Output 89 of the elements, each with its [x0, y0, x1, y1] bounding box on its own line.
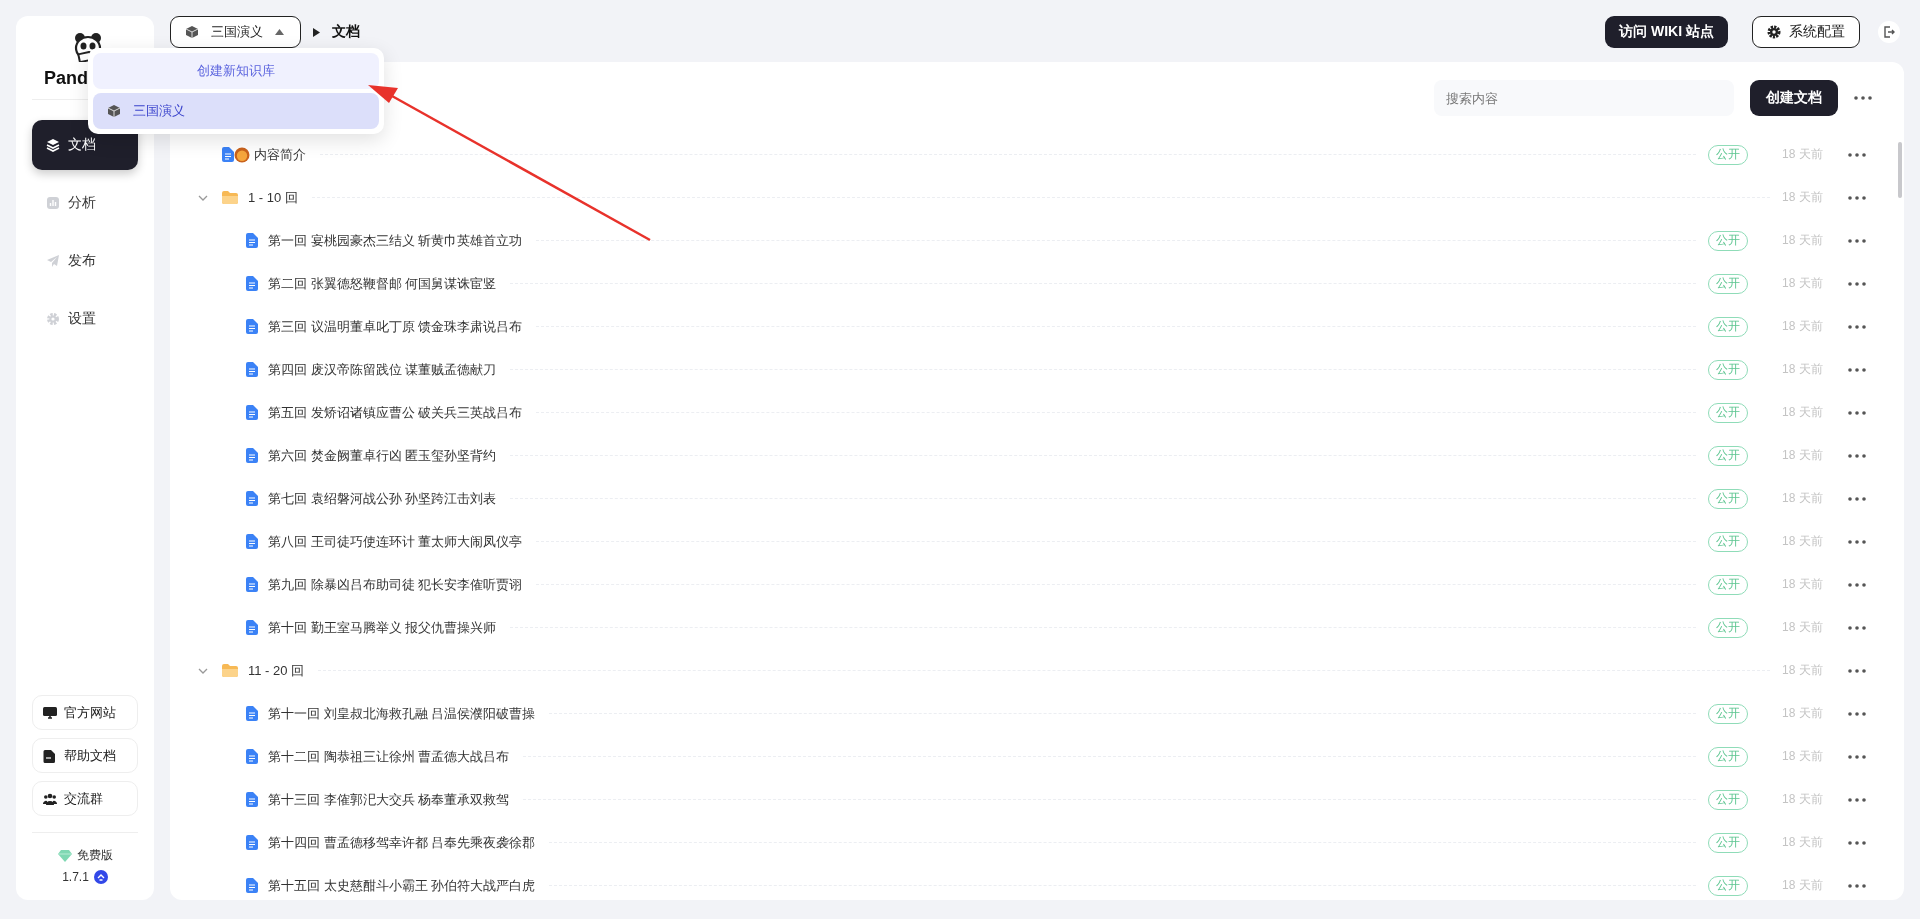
document-icon	[246, 835, 258, 850]
document-icon	[246, 706, 258, 721]
link-button[interactable]: 官方网站	[32, 695, 138, 730]
document-title[interactable]: 第五回 发矫诏诸镇应曹公 破关兵三英战吕布	[268, 403, 523, 422]
paper-plane-icon	[46, 254, 60, 268]
document-icon	[246, 577, 258, 592]
document-title[interactable]: 内容简介	[254, 145, 306, 164]
play-icon	[313, 27, 320, 37]
scrollbar[interactable]	[1898, 142, 1902, 198]
nav-item[interactable]: 发布	[32, 236, 138, 286]
nav-item[interactable]: 分析	[32, 178, 138, 228]
more-icon[interactable]	[1848, 582, 1866, 587]
document-icon	[246, 448, 258, 463]
knowledge-base-selector[interactable]: 三国演义	[170, 16, 301, 48]
document-title[interactable]: 第十一回 刘皇叔北海救孔融 吕温侯濮阳破曹操	[268, 704, 536, 723]
nav-item[interactable]: 设置	[32, 294, 138, 344]
more-icon[interactable]	[1848, 195, 1866, 200]
document-title[interactable]: 第四回 废汉帝陈留践位 谋董贼孟德献刀	[268, 360, 497, 379]
gear-icon	[1767, 25, 1781, 39]
chevron-down-icon[interactable]	[198, 194, 208, 201]
version-label: 1.7.1	[62, 870, 89, 884]
more-icon[interactable]	[1848, 754, 1866, 759]
more-icon[interactable]	[1848, 152, 1866, 157]
document-icon	[246, 362, 258, 377]
create-knowledge-base-item[interactable]: 创建新知识库	[93, 53, 379, 89]
link-button[interactable]: 交流群	[32, 781, 138, 816]
link-button[interactable]: 帮助文档	[32, 738, 138, 773]
document-icon	[246, 233, 258, 248]
document-title[interactable]: 第十回 勤王室马腾举义 报父仇曹操兴师	[268, 618, 497, 637]
create-document-button[interactable]: 创建文档	[1750, 80, 1838, 116]
more-icon[interactable]	[1854, 96, 1872, 100]
document-title[interactable]: 第十二回 陶恭祖三让徐州 曹孟德大战吕布	[268, 747, 510, 766]
document-title[interactable]: 第十四回 曹孟德移驾幸许都 吕奉先乘夜袭徐郡	[268, 833, 536, 852]
bar-chart-icon	[46, 196, 60, 210]
folder-icon	[222, 664, 238, 677]
monitor-icon	[43, 705, 57, 720]
document-title[interactable]: 第三回 议温明董卓叱丁原 馈金珠李肃说吕布	[268, 317, 523, 336]
logout-icon[interactable]	[1883, 26, 1895, 38]
more-icon[interactable]	[1848, 281, 1866, 286]
diamond-icon	[57, 849, 72, 862]
knowledge-base-item[interactable]: 三国演义	[93, 93, 379, 129]
cube-icon	[107, 104, 121, 118]
document-icon	[246, 792, 258, 807]
document-icon	[246, 276, 258, 291]
document-icon	[43, 748, 57, 763]
document-title[interactable]: 第十三回 李傕郭汜大交兵 杨奉董承双救驾	[268, 790, 510, 809]
document-title[interactable]: 第二回 张翼德怒鞭督邮 何国舅谋诛宦竖	[268, 274, 497, 293]
settings-button[interactable]: 系统配置	[1752, 16, 1860, 48]
document-title[interactable]: 第七回 袁绍磐河战公孙 孙坚跨江击刘表	[268, 489, 497, 508]
layers-icon	[46, 138, 60, 152]
document-icon	[246, 534, 258, 549]
more-icon[interactable]	[1848, 539, 1866, 544]
more-icon[interactable]	[1848, 238, 1866, 243]
more-icon[interactable]	[1848, 324, 1866, 329]
document-title[interactable]: 第六回 焚金阙董卓行凶 匿玉玺孙坚背约	[268, 446, 497, 465]
more-icon[interactable]	[1848, 625, 1866, 630]
chevron-down-icon[interactable]	[198, 667, 208, 674]
more-icon[interactable]	[1848, 367, 1866, 372]
cube-icon	[185, 25, 199, 39]
upgrade-icon[interactable]	[93, 870, 108, 884]
search-field[interactable]: 搜索内容	[1434, 80, 1734, 116]
document-title[interactable]: 第一回 宴桃园豪杰三结义 斩黄巾英雄首立功	[268, 231, 523, 250]
folder-title[interactable]: 11 - 20 回	[248, 661, 305, 680]
logo-text: Pand	[44, 68, 88, 89]
more-icon[interactable]	[1848, 711, 1866, 716]
document-icon	[246, 491, 258, 506]
group-icon	[43, 791, 57, 806]
more-icon[interactable]	[1848, 883, 1866, 888]
more-icon[interactable]	[1848, 453, 1866, 458]
breadcrumb-label: 文档	[332, 23, 360, 41]
visit-wiki-button[interactable]: 访问 WIKI 站点	[1605, 16, 1728, 48]
document-icon	[246, 620, 258, 635]
edition-label: 免费版	[76, 847, 113, 864]
document-icon	[246, 405, 258, 420]
document-icon	[246, 749, 258, 764]
more-icon[interactable]	[1848, 840, 1866, 845]
document-title[interactable]: 第八回 王司徒巧使连环计 董太师大闹凤仪亭	[268, 532, 523, 551]
more-icon[interactable]	[1848, 797, 1866, 802]
more-icon[interactable]	[1848, 410, 1866, 415]
folder-title[interactable]: 1 - 10 回	[248, 188, 298, 207]
document-icon	[222, 147, 234, 162]
document-title[interactable]: 第十五回 太史慈酣斗小霸王 孙伯符大战严白虎	[268, 876, 536, 895]
document-title[interactable]: 第九回 除暴凶吕布助司徒 犯长安李傕听贾诩	[268, 575, 523, 594]
document-icon	[246, 319, 258, 334]
more-icon[interactable]	[1848, 496, 1866, 501]
folder-icon	[222, 191, 238, 204]
gear-icon	[46, 312, 60, 326]
document-icon	[246, 878, 258, 893]
more-icon[interactable]	[1848, 668, 1866, 673]
